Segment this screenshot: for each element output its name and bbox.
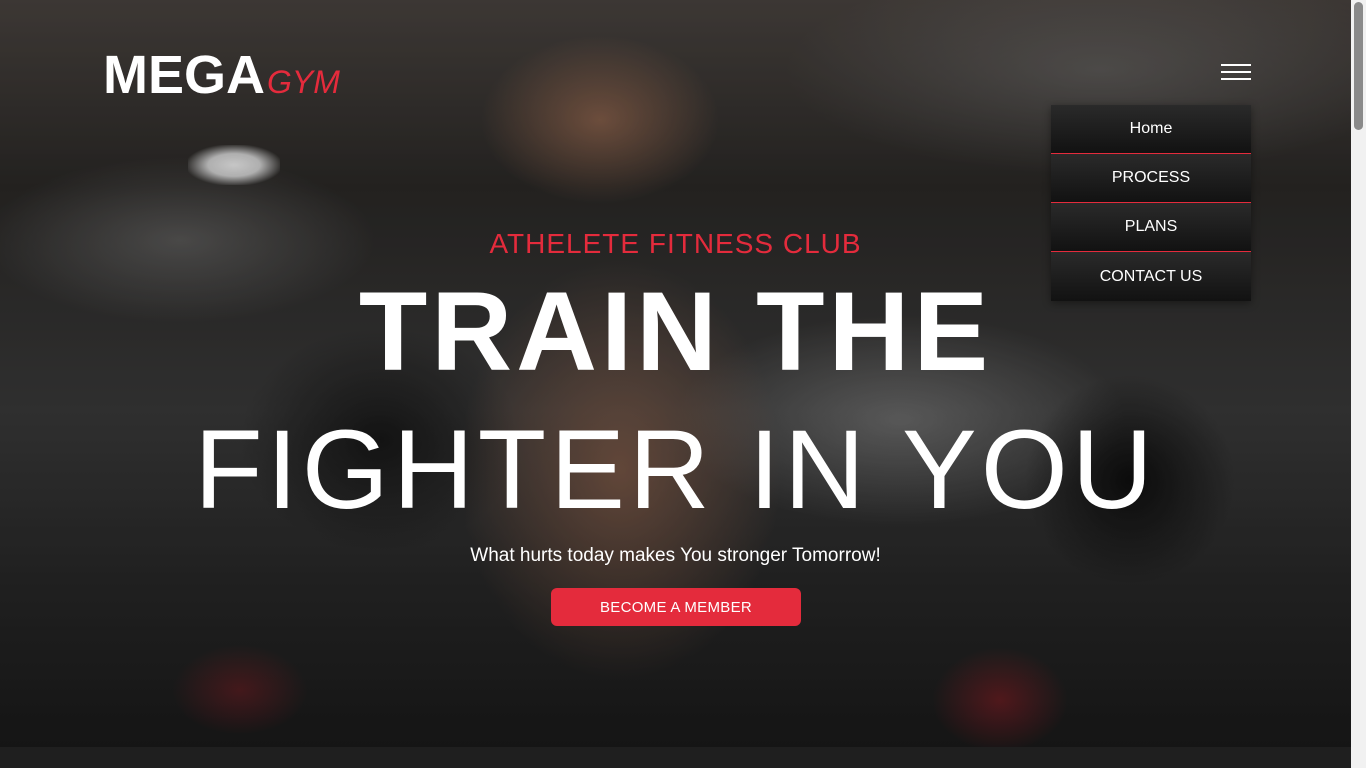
brand-logo[interactable]: MEGA GYM — [103, 48, 340, 102]
hamburger-menu-icon[interactable] — [1221, 64, 1251, 80]
logo-text-accent: GYM — [267, 64, 340, 100]
logo-text-main: MEGA — [103, 45, 265, 105]
dropdown-nav-menu: Home PROCESS PLANS CONTACT US — [1051, 105, 1251, 301]
vertical-scrollbar[interactable] — [1351, 0, 1366, 768]
nav-item-plans[interactable]: PLANS — [1051, 203, 1251, 252]
ceiling-lamp — [188, 145, 280, 185]
hero-subtitle: What hurts today makes You stronger Tomo… — [470, 545, 881, 566]
page-bottom-edge — [0, 747, 1351, 768]
nav-item-home[interactable]: Home — [1051, 105, 1251, 154]
scrollbar-thumb[interactable] — [1354, 2, 1363, 130]
nav-item-process[interactable]: PROCESS — [1051, 154, 1251, 203]
hero-headline-line2: FIGHTER IN YOU — [194, 407, 1157, 532]
nav-item-contact-us[interactable]: CONTACT US — [1051, 252, 1251, 301]
become-member-button[interactable]: BECOME A MEMBER — [551, 588, 801, 626]
